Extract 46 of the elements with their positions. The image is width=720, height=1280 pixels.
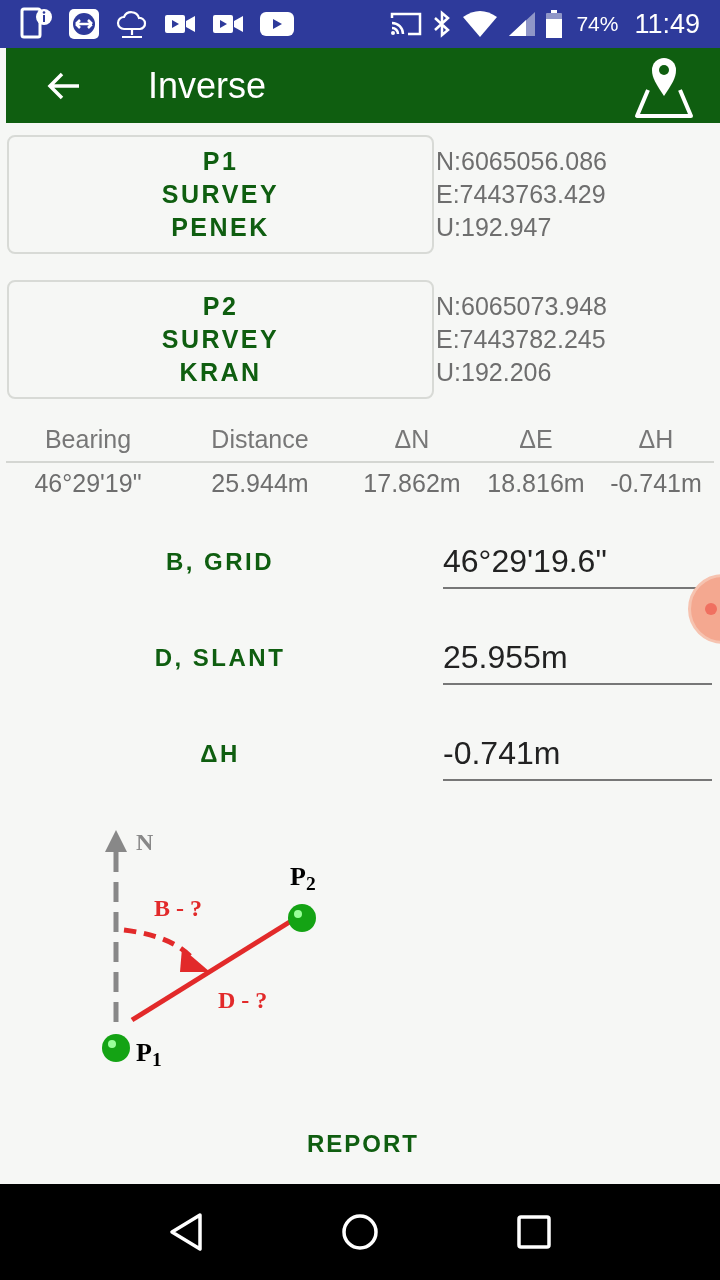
- input-field[interactable]: 25.955m: [443, 631, 712, 685]
- distance-label: D - ?: [218, 986, 268, 1015]
- column-header: Bearing: [43, 424, 133, 455]
- coordinate-text: N:6065073.948: [436, 291, 607, 322]
- table-cell-text: 46°29'19": [33, 467, 143, 499]
- table-cell-text: -0.741m: [609, 467, 703, 499]
- video-camera-icon: [212, 13, 244, 35]
- north-label: N: [136, 828, 154, 857]
- coordinate-text: E:7443782.245: [436, 324, 607, 355]
- table-cell-text: 17.862m: [362, 467, 462, 499]
- coordinate-text: N:6065056.086: [436, 146, 607, 177]
- column-header: Distance: [210, 424, 310, 455]
- bearing-label: B - ?: [154, 894, 202, 923]
- coordinate-text: U:192.947: [436, 212, 553, 243]
- column-header: ΔE: [518, 424, 554, 455]
- column-header: ΔH: [637, 424, 675, 455]
- device-info-icon: [20, 7, 52, 41]
- back-arrow-icon: [47, 71, 81, 100]
- point-select-button[interactable]: P1 SURVEY PENEK: [7, 135, 434, 254]
- coordinate-text: E:7443763.429: [436, 179, 607, 210]
- field-label: B, GRID: [164, 547, 276, 577]
- field-label: D, SLANT: [153, 643, 287, 673]
- column-header: ΔN: [393, 424, 431, 455]
- wifi-icon: [462, 11, 499, 37]
- battery-icon: [546, 10, 563, 38]
- play-icon: [260, 12, 294, 36]
- point-label: P$_{1}$: [136, 1040, 162, 1066]
- back-nav-icon[interactable]: [168, 1212, 204, 1252]
- signal-icon: [508, 11, 537, 37]
- home-nav-icon[interactable]: [340, 1212, 380, 1252]
- input-field[interactable]: -0.741m: [443, 727, 712, 781]
- input-field[interactable]: 46°29'19.6": [443, 535, 712, 589]
- remote-control-icon: [68, 8, 100, 40]
- table-cell-text: 18.816m: [486, 467, 586, 499]
- battery-percentage: 74%: [576, 11, 619, 38]
- table-cell-text: 25.944m: [210, 467, 310, 499]
- clock-time: 11:49: [634, 7, 700, 41]
- point-select-button[interactable]: P2 SURVEY KRAN: [7, 280, 434, 399]
- field-label: ΔH: [199, 739, 241, 769]
- screen-title: Inverse: [148, 63, 267, 108]
- coordinate-text: U:192.206: [436, 357, 553, 388]
- report-button[interactable]: REPORT: [291, 1118, 435, 1170]
- point-label: P$_{2}$: [290, 864, 316, 890]
- video-camera-icon: [164, 13, 196, 35]
- recents-nav-icon[interactable]: [516, 1214, 552, 1250]
- cast-icon: [390, 11, 423, 37]
